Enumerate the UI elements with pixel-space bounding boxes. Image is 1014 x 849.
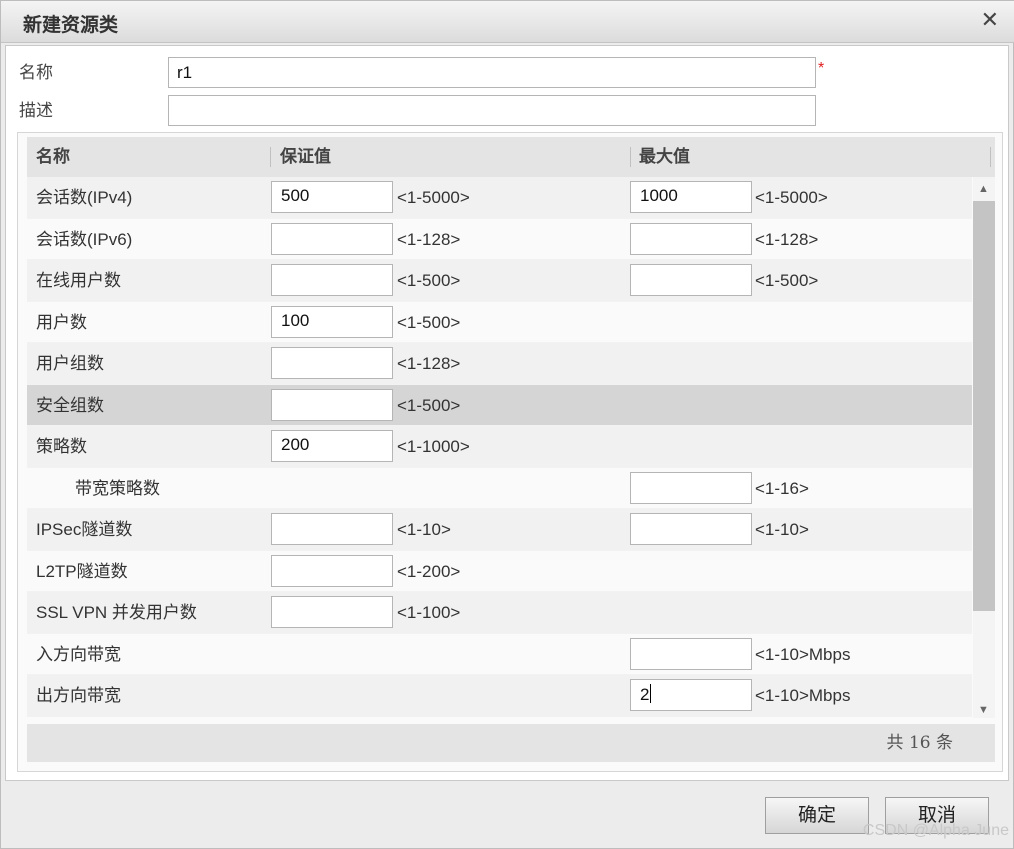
dialog-title: 新建资源类 <box>23 14 119 36</box>
grid-footer: 共 16 条 <box>27 724 995 762</box>
row-name: L2TP隧道数 <box>36 561 128 581</box>
max-input[interactable]: 2 <box>630 679 752 711</box>
column-separator <box>630 147 631 167</box>
row-name: 会话数(IPv6) <box>36 229 133 249</box>
row-name: 在线用户数 <box>36 271 121 290</box>
name-label: 名称 <box>19 63 53 83</box>
grid-body: 会话数(IPv4) 500 <1-5000> 1000 <1-5000> 会话数(IPv6… <box>27 177 972 718</box>
new-resource-class-dialog: 新建资源类 ✕ 名称 r1 * 描述 名称 保证值 最大值 会话数(IPv4) 5… <box>0 0 1014 849</box>
max-range: <1-16> <box>755 478 809 498</box>
table-row[interactable]: 用户组数 <1-128> <box>27 343 972 385</box>
name-input[interactable]: r1 <box>168 57 816 88</box>
dialog-body: 名称 r1 * 描述 名称 保证值 最大值 会话数(IPv4) 500 <1-500… <box>5 45 1009 781</box>
table-row[interactable]: 出方向带宽 2 <1-10>Mbps <box>27 675 972 717</box>
guarantee-range: <1-10> <box>397 520 451 539</box>
max-input[interactable] <box>630 264 752 296</box>
row-name: 出方向带宽 <box>36 686 121 705</box>
column-separator <box>990 147 991 167</box>
total-count: 共 16 条 <box>886 733 953 753</box>
max-input[interactable] <box>630 222 752 255</box>
guarantee-input[interactable] <box>271 347 393 379</box>
row-name: 安全组数 <box>36 395 104 415</box>
grid-scrollbar[interactable]: ▲ ▼ <box>973 177 995 718</box>
grid-header: 名称 保证值 最大值 <box>27 137 995 177</box>
guarantee-input[interactable] <box>271 388 393 421</box>
table-row[interactable]: 策略数 200 <1-1000> <box>27 426 972 468</box>
table-row[interactable]: 用户数 100 <1-500> <box>27 301 972 343</box>
table-row[interactable]: 在线用户数 <1-500> <1-500> <box>27 260 972 302</box>
max-range: <1-500> <box>755 271 819 290</box>
row-name: 带宽策略数 <box>75 478 160 498</box>
guarantee-range: <1-500> <box>397 271 461 290</box>
description-label: 描述 <box>19 101 53 121</box>
table-row[interactable]: 安全组数 <1-500> <box>27 384 972 426</box>
guarantee-input[interactable]: 100 <box>271 305 393 338</box>
row-name: 用户数 <box>36 312 87 332</box>
max-range: <1-10> <box>755 520 809 539</box>
scroll-up-icon[interactable]: ▲ <box>978 183 989 195</box>
table-row[interactable]: 会话数(IPv6) <1-128> <1-128> <box>27 218 972 260</box>
max-input[interactable]: 1000 <box>630 181 752 213</box>
guarantee-range: <1-128> <box>397 354 461 373</box>
column-separator <box>270 147 271 167</box>
guarantee-range: <1-500> <box>397 395 461 415</box>
max-range: <1-5000> <box>755 188 828 207</box>
guarantee-input[interactable] <box>271 596 393 628</box>
guarantee-range: <1-128> <box>397 229 461 249</box>
close-icon[interactable]: ✕ <box>981 7 999 33</box>
table-row[interactable]: IPSec隧道数 <1-10> <1-10> <box>27 509 972 551</box>
required-mark: * <box>818 60 825 77</box>
column-header-name[interactable]: 名称 <box>36 137 70 177</box>
max-input[interactable] <box>630 513 752 545</box>
scroll-down-icon[interactable]: ▼ <box>978 704 989 716</box>
guarantee-input[interactable] <box>271 554 393 587</box>
row-name: 入方向带宽 <box>36 644 121 664</box>
guarantee-range: <1-500> <box>397 312 461 332</box>
description-input[interactable] <box>168 95 816 126</box>
guarantee-input[interactable]: 500 <box>271 181 393 213</box>
guarantee-input[interactable]: 200 <box>271 430 393 462</box>
column-header-guarantee[interactable]: 保证值 <box>280 137 331 177</box>
guarantee-range: <1-5000> <box>397 188 470 207</box>
table-row[interactable]: 入方向带宽 <1-10>Mbps <box>27 633 972 675</box>
row-name: 会话数(IPv4) <box>36 188 133 207</box>
max-range: <1-128> <box>755 229 819 249</box>
row-name: 用户组数 <box>36 354 104 373</box>
resource-grid: 名称 保证值 最大值 会话数(IPv4) 500 <1-5000> 1000 <1-50… <box>17 132 1003 772</box>
text-caret <box>650 684 652 703</box>
max-range: <1-10>Mbps <box>755 644 851 664</box>
row-name: IPSec隧道数 <box>36 520 133 539</box>
guarantee-input[interactable] <box>271 264 393 296</box>
table-row[interactable]: 会话数(IPv4) 500 <1-5000> 1000 <1-5000> <box>27 177 972 219</box>
max-input[interactable] <box>630 637 752 670</box>
scrollbar-thumb[interactable] <box>973 201 995 611</box>
guarantee-range: <1-200> <box>397 561 461 581</box>
column-header-max[interactable]: 最大值 <box>639 137 690 177</box>
row-name: 策略数 <box>36 437 87 456</box>
table-row[interactable]: 带宽策略数 <1-16> <box>27 467 972 509</box>
guarantee-input[interactable] <box>271 513 393 545</box>
table-row[interactable]: SSL VPN 并发用户数 <1-100> <box>27 592 972 634</box>
max-range: <1-10>Mbps <box>755 686 851 705</box>
table-row[interactable] <box>27 716 972 718</box>
guarantee-range: <1-1000> <box>397 437 470 456</box>
row-name: SSL VPN 并发用户数 <box>36 603 197 622</box>
ok-button[interactable]: 确定 <box>765 797 869 834</box>
dialog-titlebar: 新建资源类 ✕ <box>1 1 1014 43</box>
guarantee-input[interactable] <box>271 222 393 255</box>
max-input[interactable] <box>630 471 752 504</box>
watermark: CSDN @Alpha June <box>862 822 1009 839</box>
guarantee-range: <1-100> <box>397 603 461 622</box>
table-row[interactable]: L2TP隧道数 <1-200> <box>27 550 972 592</box>
